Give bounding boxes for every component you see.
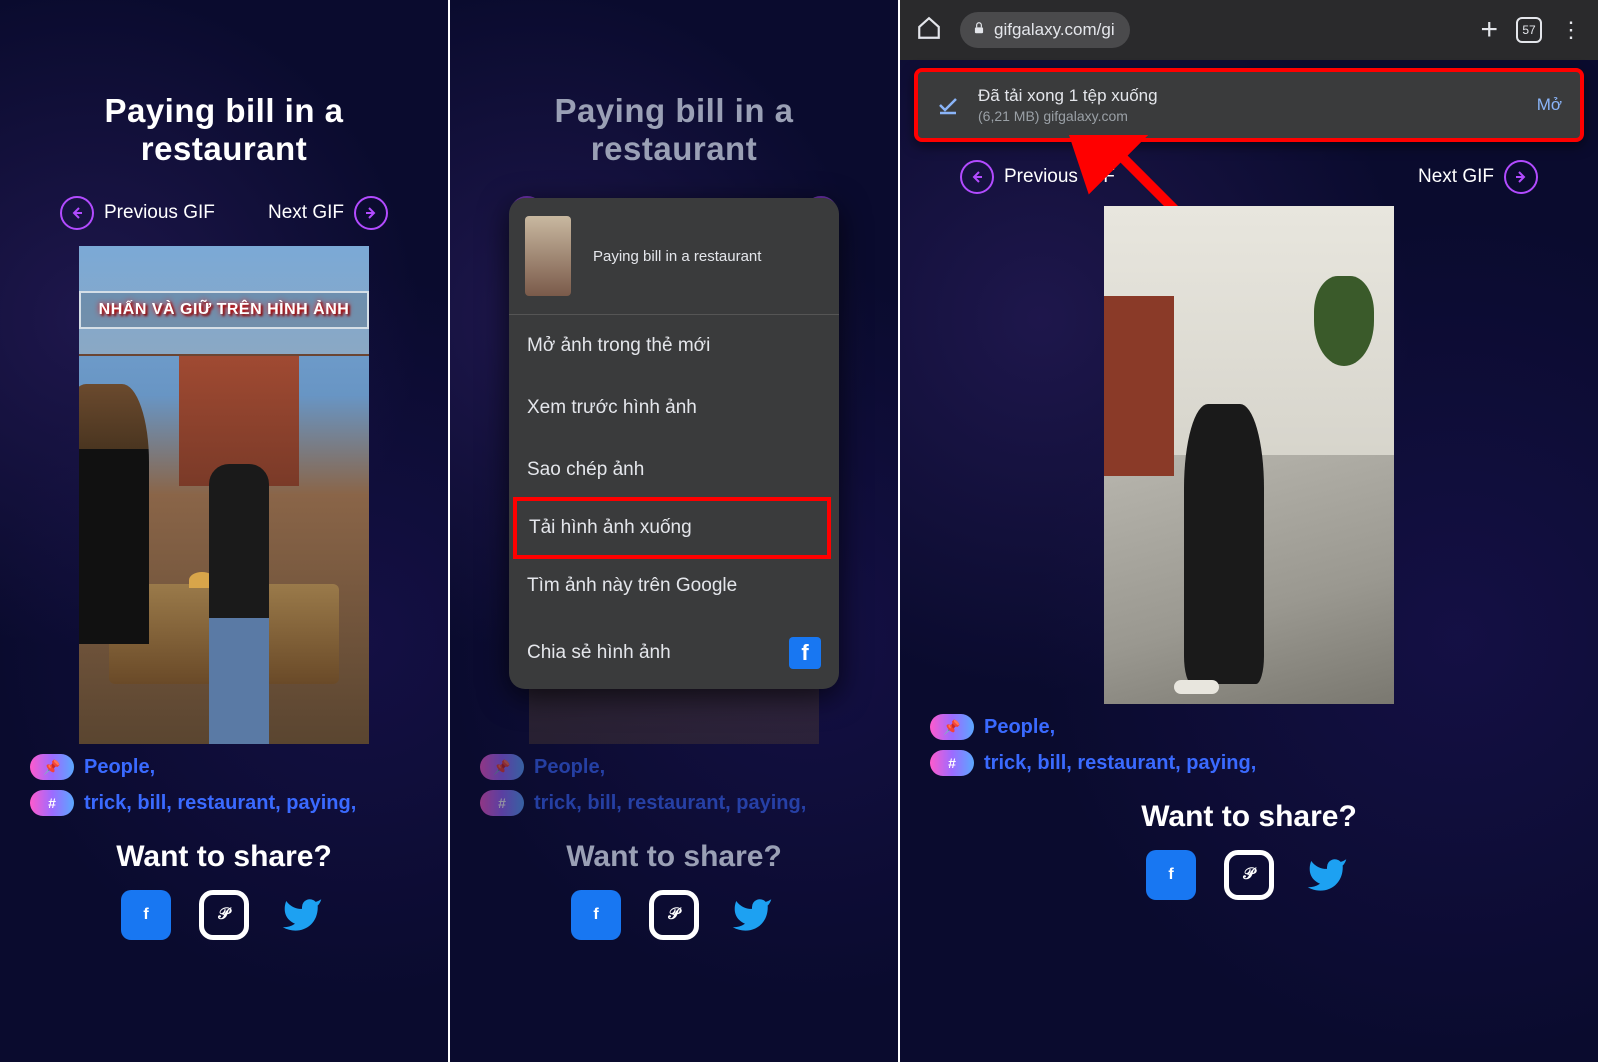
panel-3: gifgalaxy.com/gi + 57 ⋮ Đã tải xong 1 tệ… [900, 0, 1600, 1062]
home-icon[interactable] [916, 15, 942, 46]
next-gif-button[interactable]: Next GIF [268, 196, 388, 230]
ctx-download-image[interactable]: Tải hình ảnh xuống [513, 497, 831, 559]
pinterest-icon[interactable]: 𝒫 [199, 890, 249, 940]
address-bar[interactable]: gifgalaxy.com/gi [960, 12, 1130, 48]
thumbnail-icon [525, 216, 571, 296]
twitter-icon[interactable] [277, 890, 327, 940]
pinterest-icon[interactable]: 𝒫 [1224, 850, 1274, 900]
ctx-search-google[interactable]: Tìm ảnh này trên Google [509, 555, 839, 617]
context-menu-overlay: Paying bill in a restaurant Mở ảnh trong… [450, 0, 898, 1062]
share-section: Want to share? f 𝒫 [900, 776, 1598, 900]
check-icon [936, 93, 966, 117]
gif-image[interactable]: NHẤN VÀ GIỮ TRÊN HÌNH ẢNH [79, 246, 369, 744]
download-toast[interactable]: Đã tải xong 1 tệp xuống (6,21 MB) gifgal… [914, 68, 1584, 142]
facebook-icon[interactable]: f [121, 890, 171, 940]
pin-icon: 📌 [930, 714, 974, 740]
share-section: Want to share? f 𝒫 [0, 816, 448, 940]
gif-nav: Previous GIF Next GIF [0, 178, 448, 240]
category-link[interactable]: People, [984, 716, 1055, 738]
browser-toolbar: gifgalaxy.com/gi + 57 ⋮ [900, 0, 1598, 60]
gif-image[interactable] [1104, 206, 1394, 704]
ctx-open-new-tab[interactable]: Mở ảnh trong thẻ mới [509, 315, 839, 377]
ctx-preview-image[interactable]: Xem trước hình ảnh [509, 377, 839, 439]
share-heading: Want to share? [0, 840, 448, 874]
previous-gif-button[interactable]: Previous GIF [60, 196, 215, 230]
new-tab-icon[interactable]: + [1480, 13, 1498, 47]
panel-2: Paying bill in a restaurant Previous GIF… [450, 0, 900, 1062]
tabs-count[interactable]: 57 [1516, 17, 1542, 43]
arrow-left-icon [60, 196, 94, 230]
pin-icon: 📌 [30, 754, 74, 780]
arrow-left-icon [960, 160, 994, 194]
panel-1: Paying bill in a restaurant Previous GIF… [0, 0, 450, 1062]
hashtag-links[interactable]: trick, bill, restaurant, paying, [84, 792, 356, 814]
share-heading: Want to share? [900, 800, 1598, 834]
hash-icon: # [30, 790, 74, 816]
instruction-overlay: NHẤN VÀ GIỮ TRÊN HÌNH ẢNH [79, 291, 369, 329]
hashtag-row: # trick, bill, restaurant, paying, [0, 780, 448, 816]
image-context-menu: Paying bill in a restaurant Mở ảnh trong… [509, 198, 839, 689]
previous-gif-button[interactable]: Previous GIF [960, 160, 1115, 194]
arrow-right-icon [354, 196, 388, 230]
hash-icon: # [930, 750, 974, 776]
lock-icon [972, 20, 986, 40]
context-menu-header: Paying bill in a restaurant [509, 198, 839, 315]
hashtag-links[interactable]: trick, bill, restaurant, paying, [984, 752, 1256, 774]
ctx-share-image[interactable]: Chia sẻ hình ảnh f [509, 617, 839, 689]
twitter-icon[interactable] [1302, 850, 1352, 900]
category-row: 📌 People, [0, 744, 448, 780]
toast-subtitle: (6,21 MB) gifgalaxy.com [978, 106, 1537, 124]
hashtag-row: # trick, bill, restaurant, paying, [900, 740, 1598, 776]
ctx-copy-image[interactable]: Sao chép ảnh [509, 439, 839, 501]
menu-icon[interactable]: ⋮ [1560, 17, 1582, 43]
page-title: Paying bill in a restaurant [0, 0, 448, 178]
category-row: 📌 People, [900, 704, 1598, 740]
category-link[interactable]: People, [84, 756, 155, 778]
toast-title: Đã tải xong 1 tệp xuống [978, 86, 1537, 106]
toast-open-button[interactable]: Mở [1537, 95, 1562, 115]
arrow-right-icon [1504, 160, 1538, 194]
facebook-icon: f [789, 637, 821, 669]
next-gif-button[interactable]: Next GIF [1418, 160, 1538, 194]
facebook-icon[interactable]: f [1146, 850, 1196, 900]
